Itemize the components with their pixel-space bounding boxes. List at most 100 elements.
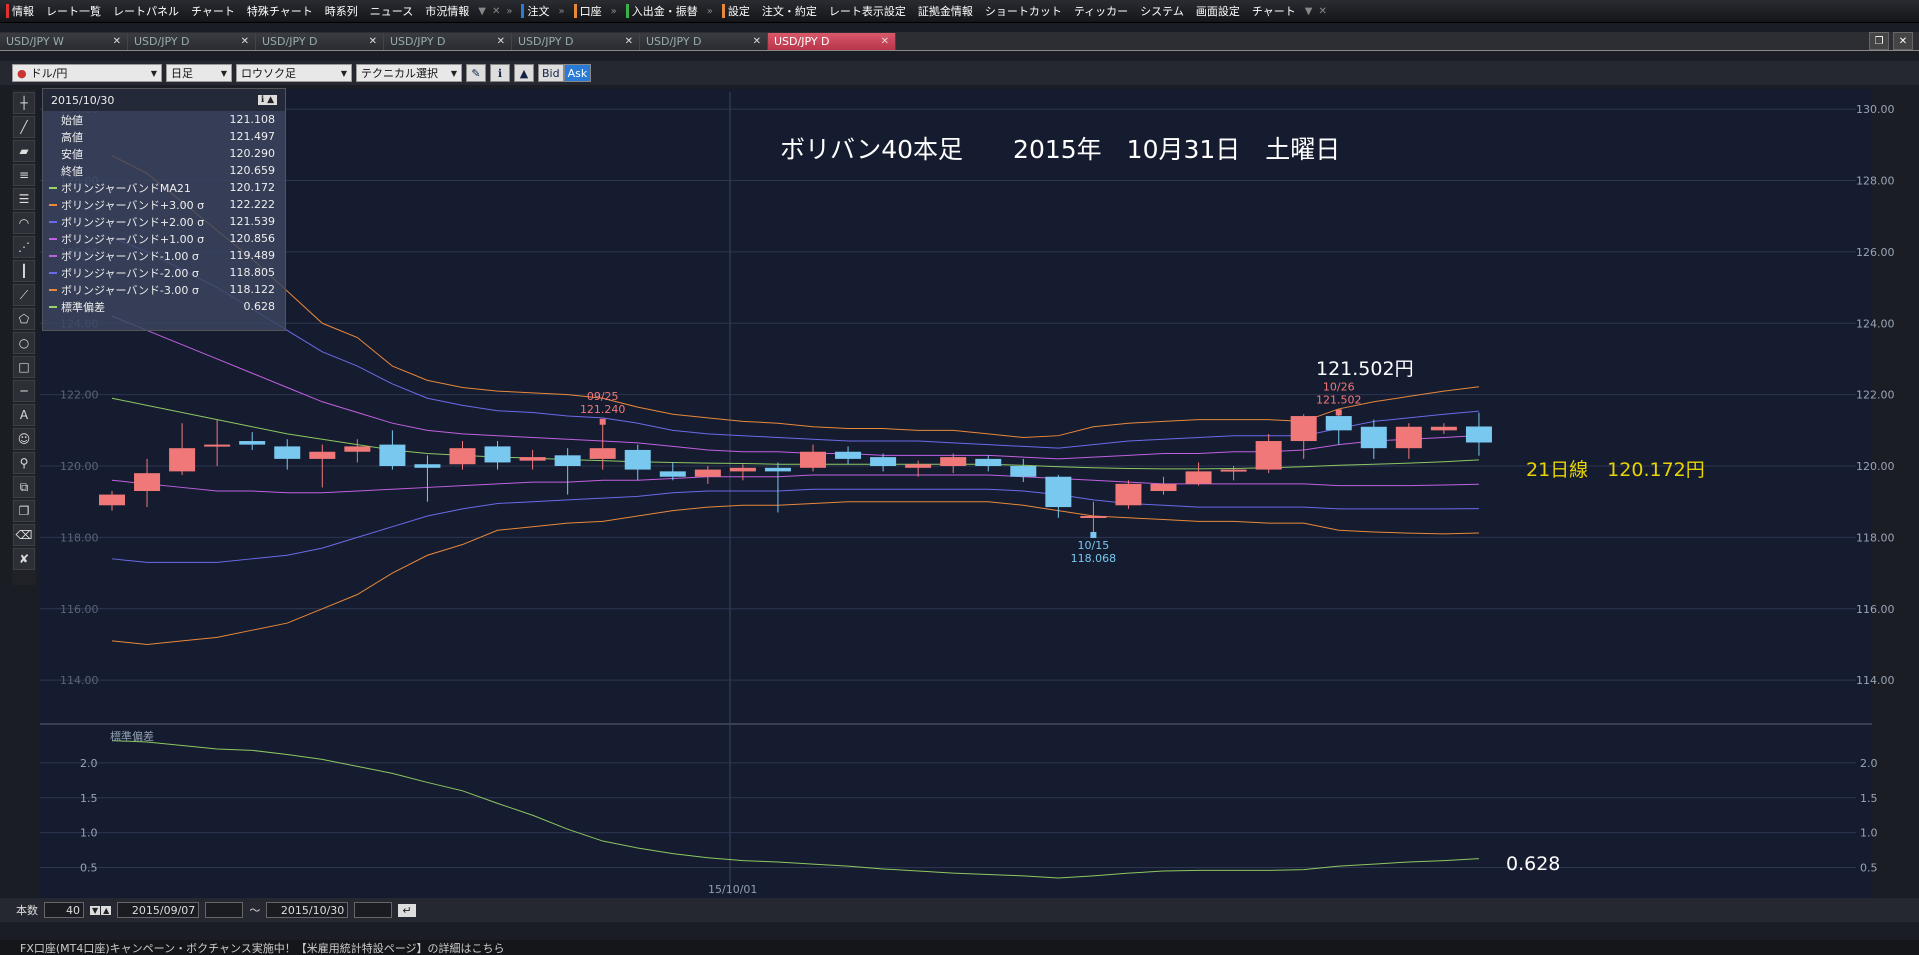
menu-info[interactable]: 情報 — [0, 0, 40, 22]
legend-swatch — [49, 136, 57, 138]
menu-special-chart[interactable]: 特殊チャート — [241, 0, 319, 22]
bars-label: 本数 — [16, 904, 38, 917]
marker-price: 121.502 — [1316, 393, 1362, 406]
chart-tab[interactable]: USD/JPY D ✕ — [128, 33, 256, 50]
news-ticker[interactable]: FX口座(MT4口座)キャンペーン・ボクチャンス実施中！【米雇用統計特設ページ】… — [0, 940, 1919, 955]
to-date-input[interactable]: 2015/10/30 — [266, 902, 349, 918]
sd-tick-label: 0.5 — [1860, 862, 1878, 875]
marker-dot — [599, 418, 606, 425]
menu-deposit[interactable]: 入出金・振替 — [620, 0, 704, 22]
period-select[interactable]: 日足 ▼ — [166, 64, 232, 82]
close-icon[interactable]: ✕ — [881, 36, 889, 47]
menu-separator: » — [558, 5, 565, 17]
y-tick-label-left: 120.00 — [60, 460, 99, 473]
close-icon[interactable]: ✕ — [489, 6, 503, 17]
close-icon[interactable]: ✕ — [113, 36, 121, 47]
y-tick-label: 118.00 — [1856, 531, 1895, 544]
menu-rate-display[interactable]: レート表示設定 — [823, 0, 912, 22]
ma-annotation: 21日線 120.172円 — [1526, 459, 1705, 481]
y-tick-label: 122.00 — [1856, 389, 1895, 402]
candle-body — [905, 464, 932, 468]
chart-tab[interactable]: USD/JPY D ✕ — [512, 33, 640, 50]
bid-button[interactable]: Bid — [538, 64, 564, 82]
info-icon[interactable]: ℹ — [490, 64, 510, 82]
menu-margin-info[interactable]: 証拠金情報 — [912, 0, 979, 22]
from-date-input[interactable]: 2015/09/07 — [117, 902, 200, 918]
close-icon[interactable]: ✕ — [497, 36, 505, 47]
candle-body — [975, 458, 1002, 467]
y-tick-label: 126.00 — [1856, 246, 1895, 259]
legend-swatch — [49, 220, 57, 223]
area-chart-icon[interactable]: ▲ — [514, 64, 534, 82]
close-icon[interactable]: ✕ — [753, 36, 761, 47]
candle-body — [1185, 471, 1212, 484]
chart-area: 130.00130.00128.00128.00126.00126.00124.… — [0, 85, 1919, 901]
candle-body — [449, 448, 476, 465]
chart-tab[interactable]: USD/JPY D ✕ — [256, 33, 384, 50]
dropdown-arrow-icon[interactable]: ▼ — [1302, 6, 1316, 17]
restore-icon[interactable]: ❐ — [1869, 32, 1889, 50]
menu-account[interactable]: 口座 — [568, 0, 608, 22]
info-row: ボリンジャーバンド+1.00 σ 120.856 — [43, 230, 285, 247]
price-chart[interactable]: 130.00130.00128.00128.00126.00126.00124.… — [0, 85, 1919, 898]
chart-tab[interactable]: USD/JPY W ✕ — [0, 33, 128, 50]
ask-button[interactable]: Ask — [563, 64, 592, 82]
close-icon[interactable]: ✕ — [1315, 6, 1329, 17]
menu-shortcut[interactable]: ショートカット — [979, 0, 1068, 22]
apply-icon[interactable]: ↵ — [398, 903, 416, 917]
candle-body — [1045, 476, 1072, 508]
menu-news[interactable]: ニュース — [364, 0, 419, 22]
candle-body — [940, 457, 967, 467]
menu-chart[interactable]: チャート — [185, 0, 241, 22]
menu-settings[interactable]: 設定 — [716, 0, 756, 22]
bars-up-icon[interactable]: ▲ — [101, 905, 112, 915]
menu-rate-list[interactable]: レート一覧 — [40, 0, 107, 22]
menu-chart-settings[interactable]: チャート — [1246, 0, 1302, 22]
close-icon[interactable]: ✕ — [1893, 32, 1913, 50]
stddev-annotation: 0.628 — [1506, 853, 1560, 875]
pen-icon[interactable]: ✎ — [466, 64, 486, 82]
info-row: ボリンジャーバンドMA21 120.172 — [43, 179, 285, 196]
info-label: ボリンジャーバンド+3.00 σ — [61, 198, 205, 212]
info-value: 120.856 — [229, 232, 276, 245]
candle-body — [99, 494, 125, 506]
chart-tab[interactable]: USD/JPY D ✕ — [384, 33, 512, 50]
sd-tick-label: 2.0 — [1860, 757, 1878, 770]
sd-tick-label-left: 0.5 — [80, 862, 98, 875]
marker-dot — [1090, 531, 1097, 538]
candle-body — [589, 448, 616, 459]
menu-timeseries[interactable]: 時系列 — [319, 0, 364, 22]
chart-style-select[interactable]: ロウソク足 ▼ — [236, 64, 352, 82]
from-time-input[interactable] — [205, 902, 244, 918]
info-value: 118.805 — [229, 266, 276, 279]
close-icon[interactable]: ✕ — [369, 36, 377, 47]
menu-market-info[interactable]: 市況情報 — [419, 0, 475, 22]
menu-rate-panel[interactable]: レートパネル — [107, 0, 185, 22]
ohlc-info-panel: 2015/10/30 ℹ ▲ 始値 121.108 高値 121.497 安値 120.2… — [42, 88, 286, 331]
menu-order-exec[interactable]: 注文・約定 — [756, 0, 823, 22]
info-row: ボリンジャーバンド-1.00 σ 119.489 — [43, 247, 285, 264]
candle-body — [134, 473, 161, 492]
legend-swatch — [49, 170, 57, 172]
close-icon[interactable]: ✕ — [625, 36, 633, 47]
info-collapse-icon[interactable]: ℹ ▲ — [257, 95, 277, 105]
info-label: ボリンジャーバンド-3.00 σ — [61, 283, 199, 297]
bars-input[interactable]: 40 — [44, 902, 84, 918]
sd-tick-label: 1.5 — [1860, 792, 1878, 805]
sd-tick-label-left: 1.5 — [80, 792, 98, 805]
info-value: 121.539 — [229, 215, 276, 228]
technical-select[interactable]: テクニカル選択 ▼ — [356, 64, 462, 82]
currency-pair-select[interactable]: ● ドル/円 ▼ — [12, 64, 162, 82]
chevron-down-icon: ▼ — [450, 68, 457, 78]
chart-tab[interactable]: USD/JPY D ✕ — [640, 33, 768, 50]
menu-screen-settings[interactable]: 画面設定 — [1190, 0, 1246, 22]
chart-tab-active[interactable]: USD/JPY D ✕ — [768, 33, 896, 50]
menu-order[interactable]: 注文 — [515, 0, 555, 22]
to-time-input[interactable] — [354, 902, 393, 918]
bars-down-icon[interactable]: ▼ — [90, 905, 101, 915]
close-icon[interactable]: ✕ — [241, 36, 249, 47]
menu-system[interactable]: システム — [1134, 0, 1190, 22]
info-row: 始値 121.108 — [43, 111, 285, 128]
dropdown-arrow-icon[interactable]: ▼ — [475, 6, 489, 17]
menu-ticker[interactable]: ティッカー — [1068, 0, 1134, 22]
